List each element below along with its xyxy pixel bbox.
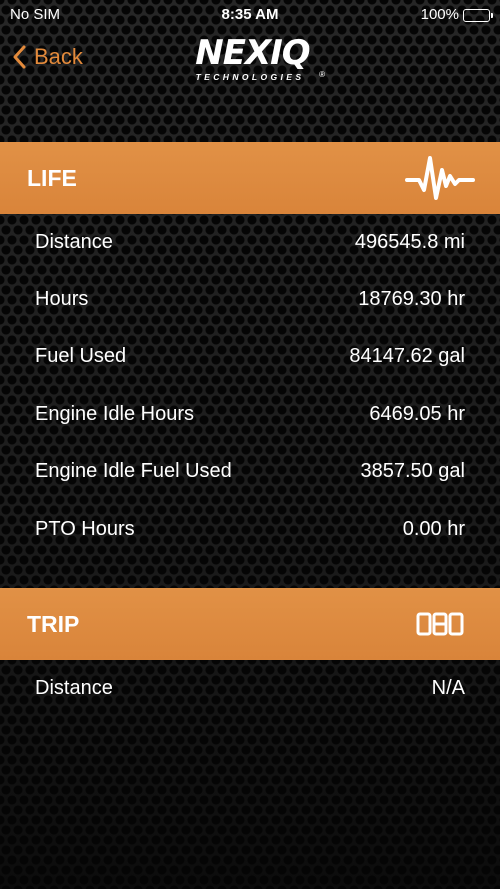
battery-status: 100%	[420, 0, 493, 30]
life-section-title: LIFE	[27, 165, 77, 191]
waveform-icon	[405, 152, 475, 209]
row-value: 3857.50 gal	[360, 460, 465, 482]
life-row-fuel-used: Fuel Used 84147.62 gal	[0, 336, 500, 376]
battery-percent: 100%	[420, 6, 459, 23]
row-value: 84147.62 gal	[349, 345, 465, 367]
trip-section-header: TRIP	[0, 588, 500, 660]
row-value: 6469.05 hr	[369, 403, 465, 425]
row-value: N/A	[431, 677, 465, 699]
logo-subtext: TECHNOLOGIES	[195, 72, 305, 82]
navigation-bar: Back NEXIQ TECHNOLOGIES ®	[0, 30, 500, 90]
logo-registered-mark: ®	[319, 70, 325, 79]
logo-wordmark: NEXIQ	[195, 33, 310, 73]
odometer-icon	[416, 612, 466, 641]
life-row-engine-idle-hours: Engine Idle Hours 6469.05 hr	[0, 394, 500, 434]
row-label: Engine Idle Hours	[35, 403, 194, 425]
life-row-engine-idle-fuel-used: Engine Idle Fuel Used 3857.50 gal	[0, 451, 500, 491]
back-button[interactable]: Back	[12, 42, 83, 72]
trip-row-distance: Distance N/A	[0, 668, 500, 708]
life-row-distance: Distance 496545.8 mi	[0, 222, 500, 262]
row-label: PTO Hours	[35, 518, 135, 540]
chevron-left-icon	[12, 45, 26, 69]
nexiq-logo: NEXIQ TECHNOLOGIES ®	[180, 34, 325, 86]
row-value: 496545.8 mi	[354, 231, 465, 253]
life-row-pto-hours: PTO Hours 0.00 hr	[0, 509, 500, 549]
row-value: 0.00 hr	[402, 518, 465, 540]
row-value: 18769.30 hr	[358, 288, 465, 310]
back-label: Back	[34, 44, 83, 69]
trip-section-title: TRIP	[27, 611, 80, 637]
row-label: Fuel Used	[35, 345, 127, 367]
life-section-header: LIFE	[0, 142, 500, 214]
row-label: Distance	[35, 231, 113, 253]
row-label: Engine Idle Fuel Used	[35, 460, 232, 482]
status-bar: No SIM 8:35 AM 100%	[0, 0, 500, 30]
row-label: Distance	[35, 677, 113, 699]
life-row-hours: Hours 18769.30 hr	[0, 279, 500, 319]
row-label: Hours	[35, 288, 89, 310]
battery-icon	[463, 8, 493, 22]
